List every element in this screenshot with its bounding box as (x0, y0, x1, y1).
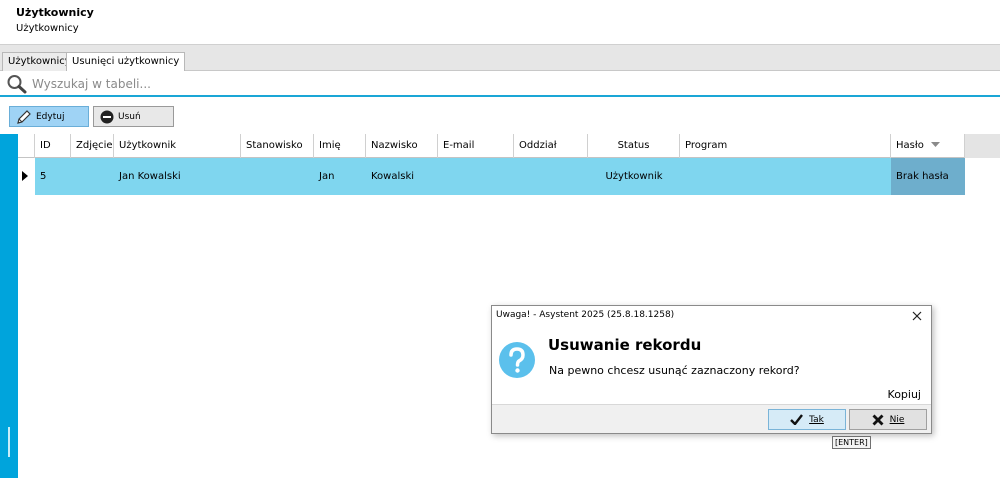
x-icon (872, 414, 884, 425)
cell-haslo[interactable]: Brak hasła (891, 158, 949, 195)
question-icon (499, 342, 535, 378)
column-header-zdjecie[interactable]: Zdjęcie (71, 134, 114, 158)
app-window: Użytkownicy Użytkownicy Użytkownicy Usun… (0, 0, 1000, 478)
no-button[interactable]: Nie (849, 409, 927, 430)
pencil-icon (17, 109, 31, 124)
delete-button-label: Usuń (118, 111, 141, 122)
cell-imie[interactable]: Jan (314, 158, 334, 195)
yes-button[interactable]: Tak (768, 409, 846, 430)
dialog-body: Usuwanie rekordu Na pewno chcesz usunąć … (492, 324, 931, 404)
column-header-haslo[interactable]: Hasło (891, 134, 965, 158)
grid-header-indicator (18, 134, 35, 158)
edit-button[interactable]: Edytuj (9, 106, 89, 127)
edit-button-label: Edytuj (36, 111, 65, 122)
search-bar (0, 71, 1000, 97)
grid-header: ID Zdjęcie Użytkownik Stanowisko Imię Na… (18, 134, 1000, 158)
confirm-dialog: Uwaga! - Asystent 2025 (25.8.18.1258) Us… (491, 305, 932, 434)
column-header-haslo-label: Hasło (896, 140, 924, 151)
column-header-oddzial[interactable]: Oddział (514, 134, 588, 158)
search-icon (7, 75, 27, 94)
cell-id[interactable]: 5 (35, 158, 46, 195)
column-header-program[interactable]: Program (680, 134, 891, 158)
current-row-arrow-icon (22, 171, 28, 181)
no-button-label: Nie (889, 414, 905, 425)
yes-button-label: Tak (809, 414, 824, 425)
search-input[interactable] (32, 75, 992, 93)
sort-desc-icon (931, 142, 941, 147)
cell-nazwisko[interactable]: Kowalski (366, 158, 414, 195)
grid-header-filler (965, 134, 1000, 158)
minus-circle-icon (100, 110, 114, 123)
dialog-heading: Usuwanie rekordu (548, 336, 702, 354)
dialog-message: Na pewno chcesz usunąć zaznaczony rekord… (549, 364, 800, 377)
column-header-stanowisko[interactable]: Stanowisko (241, 134, 314, 158)
tab-strip: Użytkownicy Usunięci użytkownicy (0, 44, 1000, 73)
cell-status[interactable]: Użytkownik (588, 158, 680, 195)
dialog-footer: Tak Nie (492, 404, 931, 433)
tab-usunieci-uzytkownicy[interactable]: Usunięci użytkownicy (66, 52, 186, 73)
column-header-imie[interactable]: Imię (314, 134, 366, 158)
cell-uzytkownik[interactable]: Jan Kowalski (114, 158, 181, 195)
delete-button[interactable]: Usuń (93, 106, 174, 127)
shortcut-tooltip: [ENTER] (832, 436, 871, 449)
check-icon (790, 414, 804, 425)
close-icon[interactable] (912, 311, 922, 321)
dialog-title: Uwaga! - Asystent 2025 (25.8.18.1258) (492, 306, 931, 324)
splitter-grip[interactable] (8, 427, 10, 457)
copy-link[interactable]: Kopiuj (888, 388, 921, 401)
column-header-email[interactable]: E-mail (438, 134, 514, 158)
column-header-nazwisko[interactable]: Nazwisko (366, 134, 438, 158)
toolbar: Edytuj Usuń (0, 98, 1000, 134)
column-header-status[interactable]: Status (588, 134, 680, 158)
column-header-uzytkownik[interactable]: Użytkownik (114, 134, 241, 158)
row-indicator[interactable] (18, 158, 35, 195)
page-subtitle: Użytkownicy (16, 23, 79, 34)
side-panel-stripe (0, 134, 18, 478)
page-title: Użytkownicy (16, 6, 94, 19)
column-header-id[interactable]: ID (35, 134, 71, 158)
